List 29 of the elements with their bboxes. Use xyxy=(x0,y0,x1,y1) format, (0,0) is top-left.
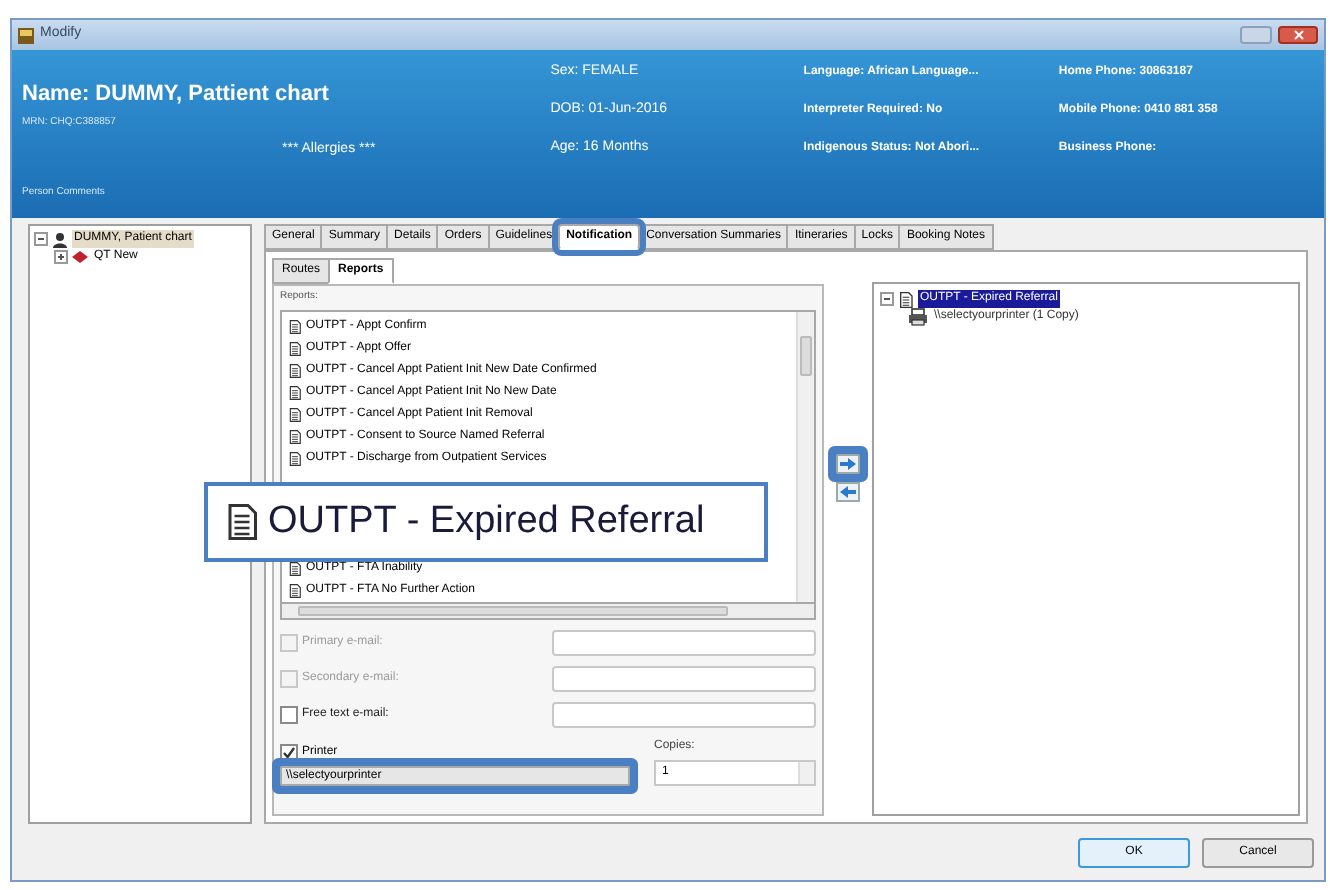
expand-toggle[interactable] xyxy=(54,250,68,264)
email-field[interactable] xyxy=(552,665,816,691)
document-icon xyxy=(288,583,302,597)
close-button[interactable] xyxy=(1278,26,1318,44)
collapse-toggle[interactable] xyxy=(880,292,894,306)
restore-button[interactable] xyxy=(1240,26,1272,44)
right-arrow-icon xyxy=(840,457,856,469)
close-icon xyxy=(1293,30,1303,40)
left-arrow-icon xyxy=(840,485,856,497)
document-icon xyxy=(288,341,302,355)
document-icon xyxy=(288,363,302,377)
callout-text: OUTPT - Expired Referral xyxy=(268,497,705,546)
remove-button[interactable] xyxy=(836,481,860,501)
patient-name: Name: DUMMY, Pattient chart xyxy=(22,80,331,110)
document-icon xyxy=(898,291,914,307)
document-icon xyxy=(224,504,260,540)
document-icon xyxy=(288,407,302,421)
email-field[interactable] xyxy=(552,629,816,655)
person-icon xyxy=(52,231,68,247)
window-icon xyxy=(18,27,34,43)
printer-icon xyxy=(908,308,928,326)
checkbox[interactable] xyxy=(280,705,298,723)
document-icon xyxy=(288,319,302,333)
email-field[interactable] xyxy=(552,701,816,727)
document-icon xyxy=(288,385,302,399)
document-icon xyxy=(288,429,302,443)
document-icon xyxy=(288,451,302,465)
collapse-toggle[interactable] xyxy=(34,232,48,246)
scrollbar[interactable] xyxy=(796,311,814,601)
